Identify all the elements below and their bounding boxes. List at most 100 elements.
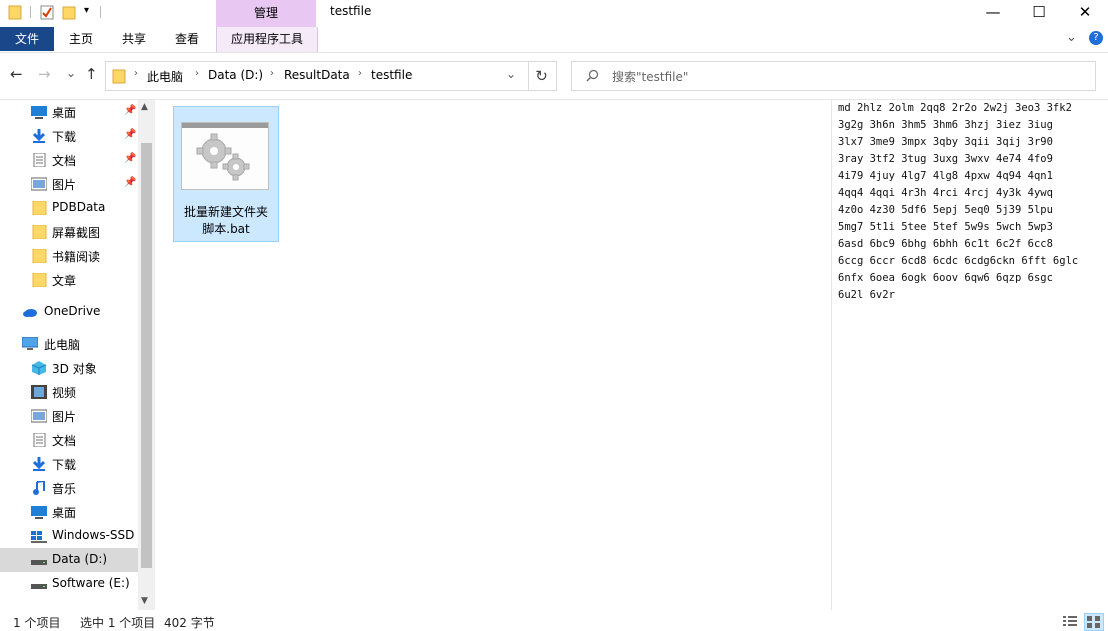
gears-icon xyxy=(196,133,250,181)
large-icons-view-icon[interactable] xyxy=(1084,613,1104,631)
sidebar-item-label: 下载 xyxy=(52,458,77,472)
sidebar-item-desktop[interactable]: 桌面 📌 xyxy=(0,100,138,124)
tab-view[interactable]: 查看 xyxy=(166,27,208,51)
item-count: 1 个项目 xyxy=(13,616,61,630)
documents-icon xyxy=(33,433,46,447)
selection-size: 402 字节 xyxy=(164,616,215,630)
sidebar-item-label: PDBData xyxy=(52,200,106,214)
sidebar-item-screenshots[interactable]: 屏幕截图 xyxy=(0,220,138,244)
folder-icon xyxy=(32,273,47,287)
sidebar-item-pdbdata[interactable]: PDBData xyxy=(0,196,138,220)
tab-file[interactable]: 文件 xyxy=(0,27,54,51)
download-icon xyxy=(32,129,46,143)
details-view-icon[interactable] xyxy=(1061,613,1079,629)
sidebar-item-label: 文档 xyxy=(52,154,77,168)
folder-icon xyxy=(8,5,22,20)
sidebar-item-onedrive[interactable]: OneDrive xyxy=(0,300,138,324)
preview-line: 3lx7 3me9 3mpx 3qby 3qii 3qij 3r90 xyxy=(838,136,1053,148)
window-title: testfile xyxy=(330,4,372,18)
pin-icon: 📌 xyxy=(124,105,137,116)
breadcrumb-separator[interactable]: › xyxy=(134,68,138,79)
desktop-icon xyxy=(31,506,47,519)
pictures-icon xyxy=(31,409,47,423)
scroll-down-icon[interactable]: ▼ xyxy=(141,596,148,606)
sidebar-item-documents-pc[interactable]: 文档 xyxy=(0,428,138,452)
sidebar-item-windows-ssd[interactable]: Windows-SSD xyxy=(0,524,138,548)
status-bar: 1 个项目 选中 1 个项目 402 字节 xyxy=(0,611,1108,631)
ribbon-tabs: 文件 主页 共享 查看 应用程序工具 ⌄ ? xyxy=(0,27,1108,53)
refresh-button[interactable]: ↻ xyxy=(527,61,557,91)
sidebar-item-label: 桌面 xyxy=(52,506,77,520)
windows-drive-icon xyxy=(31,531,47,543)
folder-icon xyxy=(112,69,126,84)
pin-icon: 📌 xyxy=(124,177,137,188)
sidebar-item-data-drive[interactable]: Data (D:) xyxy=(0,548,138,572)
preview-line: 6nfx 6oea 6ogk 6oov 6qw6 6qzp 6sgc xyxy=(838,272,1053,284)
preview-line: 5mg7 5t1i 5tee 5tef 5w9s 5wch 5wp3 xyxy=(838,221,1053,233)
scroll-up-icon[interactable]: ▲ xyxy=(141,102,148,112)
breadcrumb-separator[interactable]: › xyxy=(195,68,199,79)
back-button[interactable]: ← xyxy=(10,65,23,83)
folder-icon xyxy=(32,249,47,263)
documents-icon xyxy=(33,153,46,167)
tab-share[interactable]: 共享 xyxy=(113,27,155,51)
sidebar-item-downloads-pc[interactable]: 下载 xyxy=(0,452,138,476)
breadcrumb-resultdata[interactable]: ResultData xyxy=(284,68,350,82)
folder-icon xyxy=(32,225,47,239)
sidebar-item-videos[interactable]: 视频 xyxy=(0,380,138,404)
address-dropdown-icon[interactable]: ⌄ xyxy=(506,67,516,81)
music-icon xyxy=(33,481,45,495)
close-button[interactable]: ✕ xyxy=(1062,0,1108,26)
file-name-line-2: 脚本.bat xyxy=(202,222,250,236)
address-bar[interactable]: › 此电脑 › Data (D:) › ResultData › testfil… xyxy=(105,61,529,91)
recent-locations-button[interactable]: ⌄ xyxy=(66,66,76,80)
sidebar-item-articles[interactable]: 文章 xyxy=(0,268,138,292)
minimize-button[interactable]: — xyxy=(970,0,1016,26)
sidebar-item-desktop-pc[interactable]: 桌面 xyxy=(0,500,138,524)
sidebar-item-label: 屏幕截图 xyxy=(52,226,101,240)
download-icon xyxy=(32,457,46,471)
navigation-bar: ← → ⌄ ↑ › 此电脑 › Data (D:) › ResultData ›… xyxy=(0,53,1108,100)
sidebar-item-pictures[interactable]: 图片 📌 xyxy=(0,172,138,196)
breadcrumb-data-drive[interactable]: Data (D:) xyxy=(208,68,263,82)
preview-line: 3g2g 3h6n 3hm5 3hm6 3hzj 3iez 3iug xyxy=(838,119,1053,131)
breadcrumb-this-pc[interactable]: 此电脑 xyxy=(147,68,183,85)
sidebar-item-this-pc[interactable]: 此电脑 xyxy=(0,332,138,356)
tab-application-tools[interactable]: 应用程序工具 xyxy=(216,27,318,52)
sidebar-item-downloads[interactable]: 下载 📌 xyxy=(0,124,138,148)
preview-line: 6ccg 6ccr 6cd8 6cdc 6cdg6ckn 6fft 6glc xyxy=(838,255,1079,267)
sidebar-item-label: OneDrive xyxy=(44,304,101,318)
new-folder-icon[interactable] xyxy=(62,4,76,20)
sidebar-item-software-drive[interactable]: Software (E:) xyxy=(0,572,138,596)
sidebar-item-label: 书籍阅读 xyxy=(52,250,101,264)
breadcrumb-separator[interactable]: › xyxy=(358,68,362,79)
breadcrumb-testfile[interactable]: testfile xyxy=(371,68,412,82)
onedrive-cloud-icon xyxy=(23,309,37,317)
sidebar-item-books[interactable]: 书籍阅读 xyxy=(0,244,138,268)
videos-icon xyxy=(31,385,47,399)
preview-line: 6asd 6bc9 6bhg 6bhh 6c1t 6c2f 6cc8 xyxy=(838,238,1053,250)
properties-icon[interactable] xyxy=(40,4,54,20)
sidebar-item-documents[interactable]: 文档 📌 xyxy=(0,148,138,172)
search-box[interactable]: 搜索"testfile" xyxy=(571,61,1096,91)
preview-divider[interactable] xyxy=(831,100,832,610)
scrollbar-thumb[interactable] xyxy=(141,143,152,568)
separator xyxy=(30,6,31,18)
sidebar-item-pictures-pc[interactable]: 图片 xyxy=(0,404,138,428)
forward-button[interactable]: → xyxy=(38,65,51,83)
customize-toolbar-icon[interactable]: ▾ xyxy=(84,5,89,16)
maximize-button[interactable]: ☐ xyxy=(1016,0,1062,26)
preview-line: 3ray 3tf2 3tug 3uxg 3wxv 4e74 4fo9 xyxy=(838,153,1053,165)
breadcrumb-separator[interactable]: › xyxy=(270,68,274,79)
sidebar-item-music[interactable]: 音乐 xyxy=(0,476,138,500)
sidebar-item-label: 音乐 xyxy=(52,482,77,496)
sidebar-item-label: 3D 对象 xyxy=(52,362,97,376)
sidebar-item-3d-objects[interactable]: 3D 对象 xyxy=(0,356,138,380)
sidebar-item-label: 桌面 xyxy=(52,106,77,120)
help-icon[interactable]: ? xyxy=(1089,31,1103,45)
file-name[interactable]: 批量新建文件夹 脚本.bat xyxy=(176,204,276,238)
collapse-ribbon-icon[interactable]: ⌄ xyxy=(1066,30,1077,45)
tab-home[interactable]: 主页 xyxy=(60,27,102,51)
preview-pane: md 2hlz 2olm 2qq8 2r2o 2w2j 3eo3 3fk2 3g… xyxy=(838,100,1108,610)
up-button[interactable]: ↑ xyxy=(85,65,98,83)
